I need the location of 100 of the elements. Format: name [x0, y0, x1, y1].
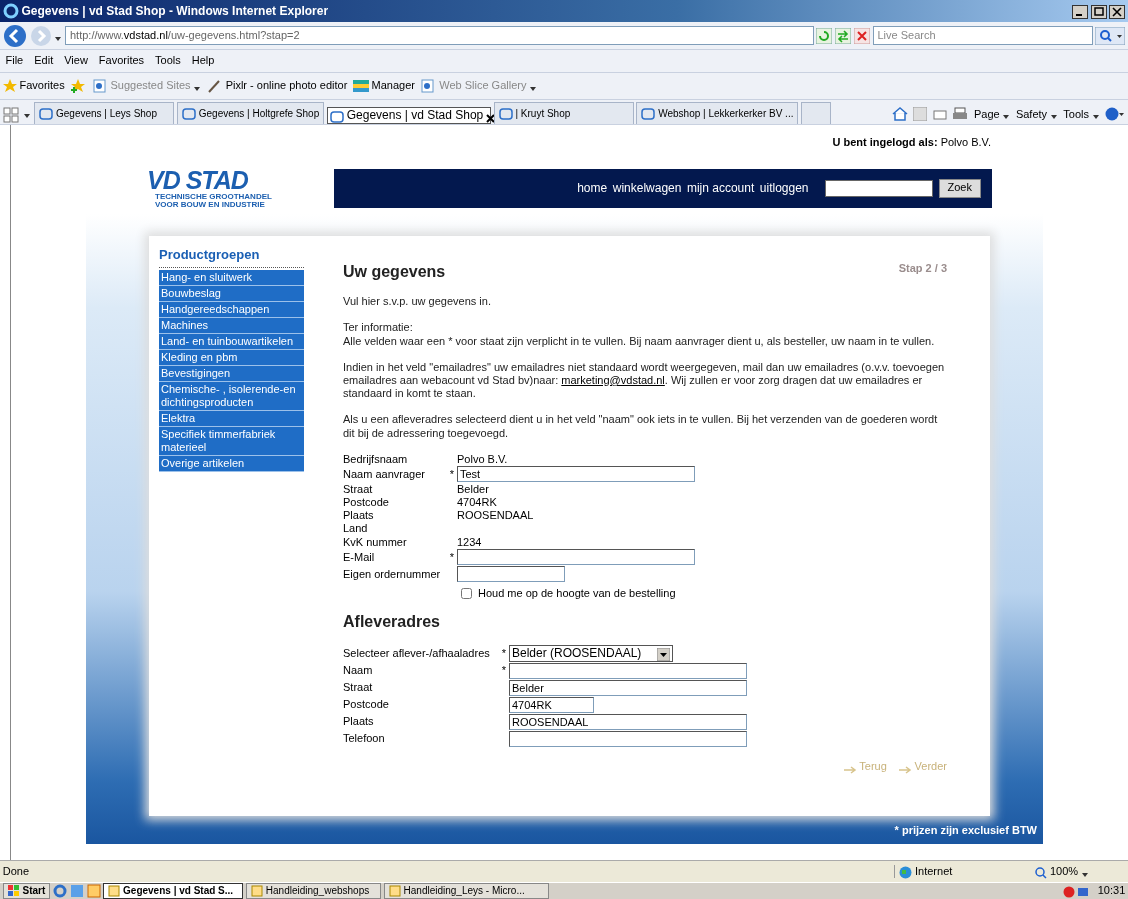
site-icon [329, 109, 344, 122]
nav-link[interactable]: home [577, 180, 608, 196]
field-label: E-Mail [343, 550, 376, 564]
required-marker: * [500, 663, 507, 678]
sidebar-item[interactable]: Specifiek timmerfabriek materieel [159, 426, 304, 456]
arrows-icon[interactable] [835, 27, 851, 44]
search-button[interactable]: Zoek [938, 178, 981, 198]
input-field[interactable]: Belder [509, 679, 747, 696]
search-field[interactable] [825, 179, 934, 197]
menu-item[interactable]: File [5, 54, 24, 68]
menu-item[interactable]: Edit [34, 54, 54, 68]
field-value: Polvo B.V. [457, 452, 508, 466]
clock: 10:31 [1097, 884, 1126, 898]
nav-link[interactable]: mijn account [686, 180, 755, 196]
command-menu[interactable]: Safety [1015, 107, 1058, 121]
required-marker: * [448, 467, 455, 481]
address-note: Als u een afleveradres selecteerd dient u in het veld "naam" ook iets in te vullen. Bij het verzenden van de goederen wordt dit bij de adressering toegevoegd. [343, 413, 939, 440]
field-label: Plaats [343, 714, 375, 729]
address-select[interactable]: Belder (ROOSENDAAL) [509, 645, 673, 662]
section-heading: Afleveradres [343, 611, 441, 631]
field-value: Belder [457, 482, 489, 497]
tab-label: Gegevens | Holtgrefe Shop [198, 107, 320, 120]
favorite-link[interactable]: Pixlr - online photo editor [206, 79, 348, 93]
input-field[interactable] [509, 662, 747, 679]
field-label: Eigen ordernummer [343, 567, 442, 581]
favorites-button[interactable]: Favorites [2, 79, 65, 93]
maximize-icon[interactable] [1090, 4, 1107, 18]
browser-tab[interactable]: | Kruyt Shop [493, 102, 634, 124]
command-menu[interactable]: Tools [1063, 107, 1100, 121]
zoom-icon [1035, 865, 1048, 878]
favorites-label: Favorites [19, 79, 65, 93]
intro-text: Vul hier s.v.p. uw gegevens in. [343, 295, 492, 309]
input-field[interactable]: ROOSENDAAL [509, 713, 747, 730]
step-indicator: Stap 2 / 3 [898, 262, 947, 276]
refresh-icon[interactable] [816, 27, 833, 44]
field-value: 4704RK [457, 496, 497, 510]
taskbar-button[interactable]: Handleiding_webshops [246, 883, 382, 899]
field-label: Postcode [343, 496, 390, 510]
field-label: Naam aanvrager [343, 467, 426, 481]
sidebar-item[interactable]: Chemische- , isolerende-en dichtingsproducten [159, 381, 304, 411]
menu-item[interactable]: Tools [155, 54, 181, 68]
required-marker: * [500, 646, 507, 661]
nav-link[interactable]: winkelwagen [612, 180, 682, 196]
site-icon [498, 107, 513, 120]
zoom-control[interactable]: 100% [1035, 864, 1126, 879]
site-icon [39, 107, 54, 120]
field-value: ROOSENDAAL [457, 509, 534, 523]
field-value: 1234 [457, 535, 482, 549]
field-label: Postcode [343, 697, 390, 712]
input-field[interactable] [509, 730, 747, 747]
input-field[interactable]: 4704RK [509, 696, 594, 713]
nav-link[interactable]: uitloggen [759, 180, 809, 196]
input-field[interactable] [457, 566, 565, 583]
browser-tab[interactable]: Gegevens | Holtgrefe Shop [177, 102, 325, 124]
search-icon[interactable] [1095, 26, 1126, 45]
menu-item[interactable]: Favorites [98, 54, 145, 68]
field-label: Naam [343, 663, 374, 678]
start-button[interactable]: Start [2, 883, 51, 899]
field-label: Land [343, 522, 369, 536]
taskbar-button[interactable]: Handleiding_Leys - Micro... [383, 883, 549, 899]
field-label: Plaats [343, 509, 375, 523]
close-icon[interactable] [1109, 4, 1126, 18]
logo: VD STAD TECHNISCHE GROOTHANDEL VOOR BOUW EN INDUSTRIE [147, 167, 273, 209]
footer-note: * prijzen zijn exclusief BTW [894, 824, 1037, 838]
printer-icon[interactable] [952, 107, 969, 122]
browser-tab[interactable]: Webshop | Lekkerkerker BV ... [636, 102, 799, 124]
field-label: Straat [343, 482, 374, 497]
email-link[interactable]: marketing@vdstad.nl [561, 373, 665, 386]
minimize-icon[interactable] [1071, 4, 1088, 18]
add-favorite-icon[interactable] [70, 78, 87, 94]
menu-item[interactable]: View [64, 54, 88, 68]
input-field[interactable] [457, 549, 695, 566]
search-field[interactable]: Live Search [872, 26, 1093, 45]
tab-label: Gegevens | vd Stad Shop [346, 108, 484, 123]
browser-tab[interactable]: Gegevens | vd Stad Shop [326, 107, 491, 124]
taskbar-button[interactable]: Gegevens | vd Stad S... [103, 883, 244, 899]
tab-label: Gegevens | Leys Shop [56, 107, 158, 120]
menu-item[interactable]: Help [191, 54, 215, 68]
input-field[interactable]: Test [457, 466, 695, 483]
page-icon [91, 79, 108, 93]
favorite-link[interactable]: Manager [352, 79, 415, 93]
field-label: Telefoon [343, 731, 386, 746]
sidebar-title: Productgroepen [159, 247, 304, 268]
info-text: Alle velden waar een * voor staat zijn verplicht in te vullen. Bij naam aanvrager dient u, als besteller, uw naam in te vullen. [343, 334, 936, 348]
tab-label: | Kruyt Shop [515, 107, 572, 120]
browser-tab[interactable]: Gegevens | Leys Shop [34, 102, 175, 124]
sidebar-item[interactable]: Hang- en sluitwerk [159, 269, 304, 286]
email-note: Indien in het veld "emailadres" uw emailadres niet standaard wordt weergegeven, mail dan uw emailadres (o.v.v. toevoegen emailadres aan webacount vd Stad bv)naar: marketing@vdstad.nl. Wij zullen er voor zorg dragen dat uw emailadres er standaard in komt te staan. [343, 360, 946, 401]
address-field[interactable]: http://www.vdstad.nl/uw-gegevens.html?stap=2 [65, 26, 814, 45]
field-label: Selecteer aflever-/afhaaladres [343, 646, 491, 661]
app-icon [108, 885, 121, 897]
site-icon [641, 107, 656, 120]
back-icon[interactable] [2, 23, 27, 48]
command-menu[interactable]: Page [973, 107, 1011, 121]
close-icon[interactable] [486, 111, 495, 120]
field-label: Bedrijfsnaam [343, 452, 409, 466]
checkbox[interactable] [461, 587, 472, 599]
login-status: U bent ingelogd als: Polvo B.V. [832, 136, 991, 150]
home-icon[interactable] [891, 107, 908, 122]
page-icon [420, 79, 437, 93]
